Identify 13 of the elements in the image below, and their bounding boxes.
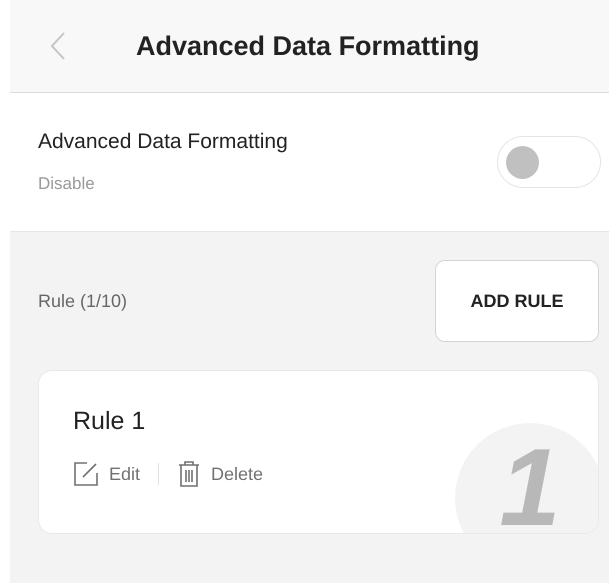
setting-status: Disable (38, 174, 96, 194)
add-rule-button[interactable]: ADD RULE (435, 260, 599, 342)
back-icon[interactable] (50, 31, 66, 61)
page-title: Advanced Data Formatting (136, 30, 480, 62)
rule-count: Rule (1/10) (38, 290, 128, 312)
toggle-switch[interactable] (497, 136, 601, 188)
rule-name: Rule 1 (73, 407, 146, 436)
edit-button[interactable]: Edit (73, 461, 140, 487)
delete-button[interactable]: Delete (177, 460, 264, 488)
edit-icon (73, 461, 99, 487)
trash-icon (177, 460, 202, 488)
setting-title: Advanced Data Formatting (38, 130, 288, 154)
rule-number: 1 (499, 433, 561, 533)
